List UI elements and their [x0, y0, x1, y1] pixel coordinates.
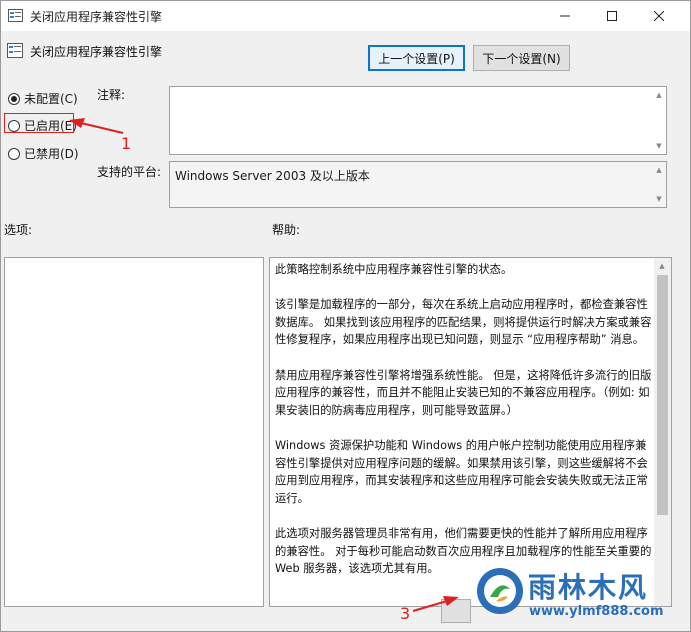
radio-not-configured[interactable]: 未配置(C) [8, 90, 78, 107]
maximize-icon [607, 11, 617, 21]
watermark-url: www.ylmf888.com [529, 604, 664, 619]
help-paragraph: 禁用应用程序兼容性引擎将增强系统性能。 但是，这将降低许多流行的旧版应用程序的兼… [275, 368, 652, 417]
scrollbar-thumb[interactable] [657, 275, 668, 515]
radio-button[interactable] [8, 92, 20, 105]
radio-button[interactable] [8, 147, 20, 160]
window-title: 关闭应用程序兼容性引擎 [30, 10, 163, 24]
next-setting-button[interactable]: 下一个设置(N) [473, 45, 570, 71]
platform-value: Windows Server 2003 及以上版本 [175, 169, 370, 183]
scroll-down-icon[interactable]: ▼ [654, 194, 664, 204]
annotation-step-1: 1 [121, 134, 132, 153]
policy-title: 关闭应用程序兼容性引擎 [30, 45, 163, 59]
previous-setting-button[interactable]: 上一个设置(P) [368, 45, 465, 71]
watermark-logo-icon [477, 568, 523, 614]
scroll-down-icon[interactable]: ▼ [654, 141, 664, 151]
close-button[interactable] [636, 1, 682, 31]
minimize-icon [560, 15, 570, 17]
platform-field: Windows Server 2003 及以上版本 ▲ ▼ [169, 161, 667, 208]
policy-dialog-window: 关闭应用程序兼容性引擎 关闭应用程序兼容性引擎 上一个设置(P) 下一个设置(N… [0, 0, 691, 632]
annotation-arrow-icon [69, 118, 124, 134]
platform-label: 支持的平台: [97, 165, 162, 179]
annotation-step-3: 3 [400, 604, 411, 623]
minimize-button[interactable] [542, 1, 588, 31]
scroll-up-icon[interactable]: ▲ [654, 90, 664, 100]
annotation-highlight-box [4, 113, 74, 133]
comment-textarea[interactable]: ▲ ▼ [169, 86, 667, 155]
help-text: 此策略控制系统中应用程序兼容性引擎的状态。 该引擎是加载程序的一部分，每次在系统… [275, 261, 655, 595]
close-icon [654, 11, 664, 21]
watermark: 雨林木风 www.ylmf888.com [473, 564, 691, 632]
annotation-arrow-icon [412, 596, 459, 612]
help-scrollbar[interactable]: ▲ [654, 258, 671, 606]
help-pane[interactable]: 此策略控制系统中应用程序兼容性引擎的状态。 该引擎是加载程序的一部分，每次在系统… [269, 257, 672, 607]
maximize-button[interactable] [589, 1, 635, 31]
watermark-name: 雨林木风 [528, 571, 649, 604]
comment-label: 注释: [97, 88, 126, 102]
help-paragraph: Windows 资源保护功能和 Windows 的用户帐户控制功能使用应用程序兼… [275, 438, 648, 505]
platform-scrollbar[interactable]: ▲ ▼ [652, 162, 666, 207]
comment-scrollbar[interactable]: ▲ ▼ [652, 87, 666, 154]
radio-disabled[interactable]: 已禁用(D) [8, 145, 79, 162]
scroll-up-icon[interactable]: ▲ [654, 165, 664, 175]
policy-setting-icon [8, 9, 23, 22]
policy-setting-icon [7, 43, 23, 58]
options-label: 选项: [4, 223, 33, 237]
help-label: 帮助: [272, 223, 301, 237]
radio-label: 未配置(C) [24, 92, 78, 106]
help-paragraph: 该引擎是加载程序的一部分，每次在系统上启动应用程序时，都检查兼容性数据库。 如果… [275, 298, 652, 347]
scroll-up-icon[interactable]: ▲ [657, 261, 667, 271]
help-paragraph: 此策略控制系统中应用程序兼容性引擎的状态。 [275, 263, 513, 276]
options-pane [4, 257, 264, 607]
radio-label: 已禁用(D) [24, 147, 79, 161]
title-bar[interactable]: 关闭应用程序兼容性引擎 [1, 1, 690, 31]
